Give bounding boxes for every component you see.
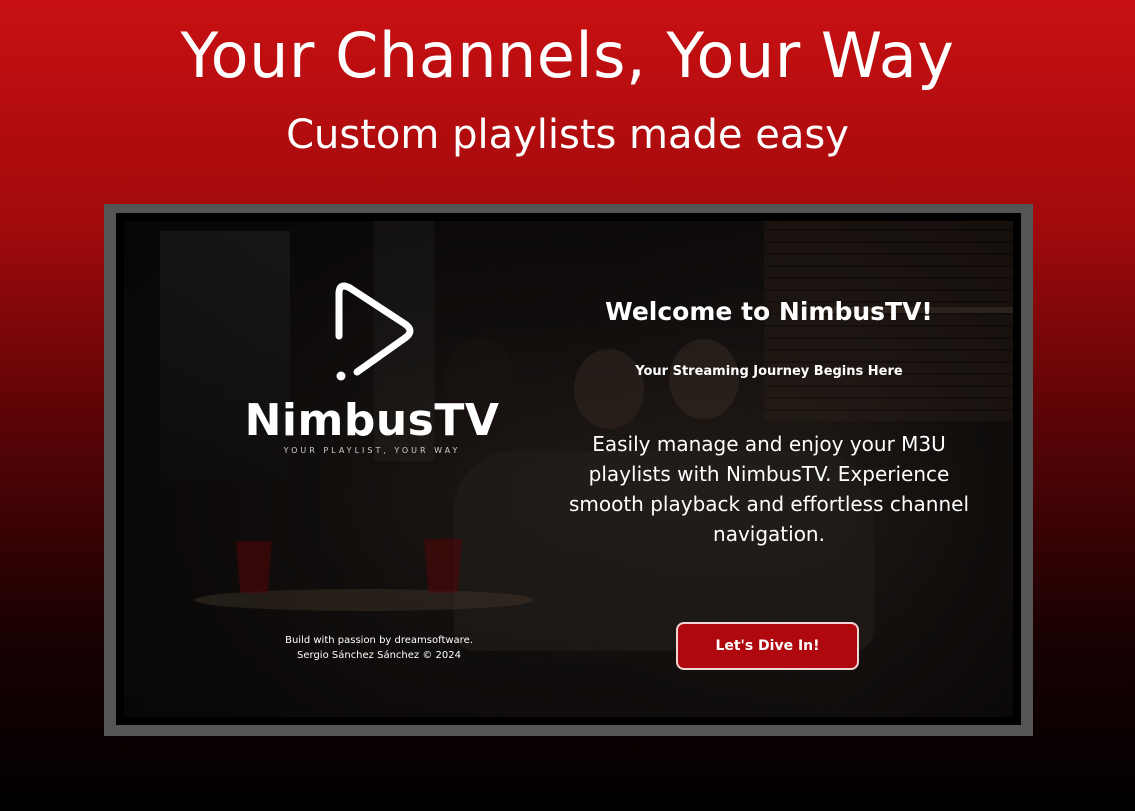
welcome-title: Welcome to NimbusTV! [605,297,933,326]
welcome-subtitle: Your Streaming Journey Begins Here [635,364,903,379]
play-icon [335,282,414,381]
credits-line: Sergio Sánchez Sánchez © 2024 [297,650,461,661]
logo-tagline: YOUR PLAYLIST, YOUR WAY [283,446,461,455]
tv-frame: NimbusTV YOUR PLAYLIST, YOUR WAY Build w… [104,204,1033,736]
lets-dive-in-button[interactable]: Let's Dive In! [676,622,859,670]
app-screen: NimbusTV YOUR PLAYLIST, YOUR WAY Build w… [124,221,1013,717]
credits: Build with passion by dreamsoftware. Ser… [244,633,514,663]
promo-subtitle: Custom playlists made easy [286,112,849,158]
credits-line: Build with passion by dreamsoftware. [285,635,473,646]
logo-name: NimbusTV [244,395,500,446]
app-logo: NimbusTV YOUR PLAYLIST, YOUR WAY [242,276,502,455]
tv-bezel: NimbusTV YOUR PLAYLIST, YOUR WAY Build w… [116,213,1021,725]
promo-title: Your Channels, Your Way [180,19,955,92]
welcome-description: Easily manage and enjoy your M3U playlis… [568,432,970,546]
